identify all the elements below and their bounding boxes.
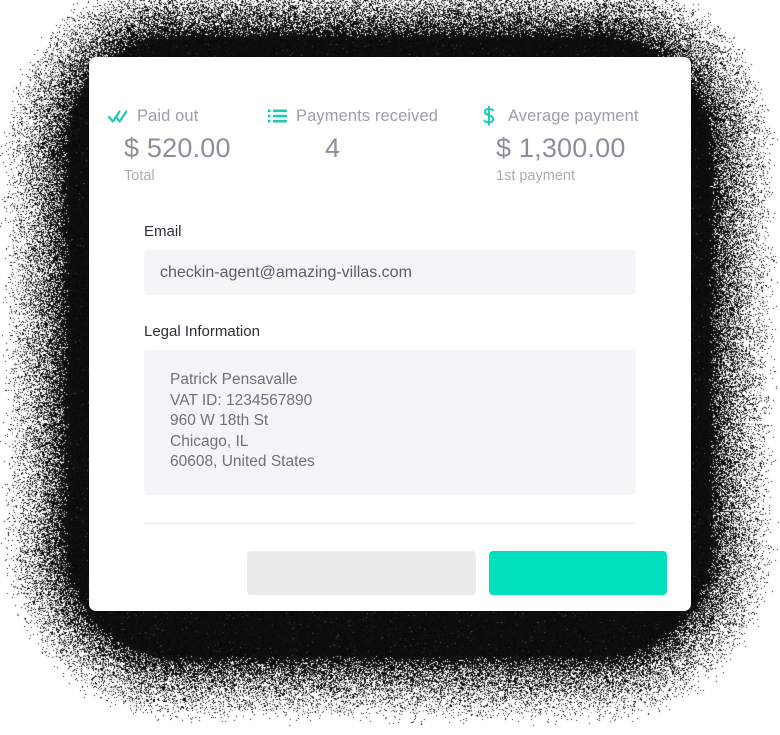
payment-summary-card: Paid out $ 520.00 Total Payments receive… (89, 57, 691, 611)
stats-row: Paid out $ 520.00 Total Payments receive… (89, 57, 691, 184)
legal-line: 960 W 18th St (170, 412, 269, 429)
stat-subtext: 1st payment (496, 168, 575, 184)
double-check-icon (108, 107, 128, 125)
legal-line: 60608, United States (170, 453, 315, 470)
stat-header: Payments received (267, 105, 479, 127)
stat-header: Average payment (479, 105, 691, 127)
stat-average-payment: Average payment $ 1,300.00 1st payment (479, 105, 691, 184)
legal-line: Patrick Pensavalle (170, 371, 298, 388)
primary-button[interactable] (489, 550, 667, 595)
stat-value: 4 (325, 133, 341, 163)
email-label: Email (144, 223, 182, 240)
email-section: Email checkin-agent@amazing-villas.com (89, 223, 691, 295)
list-icon (267, 107, 287, 125)
stat-value: $ 1,300.00 (496, 133, 626, 163)
stat-header: Paid out (108, 105, 267, 127)
email-input[interactable]: checkin-agent@amazing-villas.com (144, 250, 636, 295)
stat-subtext: Total (124, 168, 155, 184)
stat-label: Average payment (508, 106, 639, 125)
legal-line: VAT ID: 1234567890 (170, 391, 313, 409)
secondary-button[interactable] (247, 550, 476, 595)
legal-line: Chicago, IL (170, 432, 249, 450)
stat-label: Paid out (137, 106, 199, 125)
legal-information-section: Legal Information Patrick Pensavalle VAT… (89, 323, 691, 495)
action-bar (89, 524, 691, 595)
stat-label: Payments received (296, 106, 439, 125)
legal-information-box[interactable]: Patrick Pensavalle VAT ID: 1234567890 96… (144, 350, 636, 495)
stat-value: $ 520.00 (124, 133, 231, 163)
stat-paid-out: Paid out $ 520.00 Total (89, 105, 267, 184)
legal-information-label: Legal Information (144, 323, 260, 340)
dollar-sign-icon (479, 106, 499, 126)
stat-payments-received: Payments received 4 (267, 105, 479, 184)
email-value: checkin-agent@amazing-villas.com (160, 263, 412, 281)
